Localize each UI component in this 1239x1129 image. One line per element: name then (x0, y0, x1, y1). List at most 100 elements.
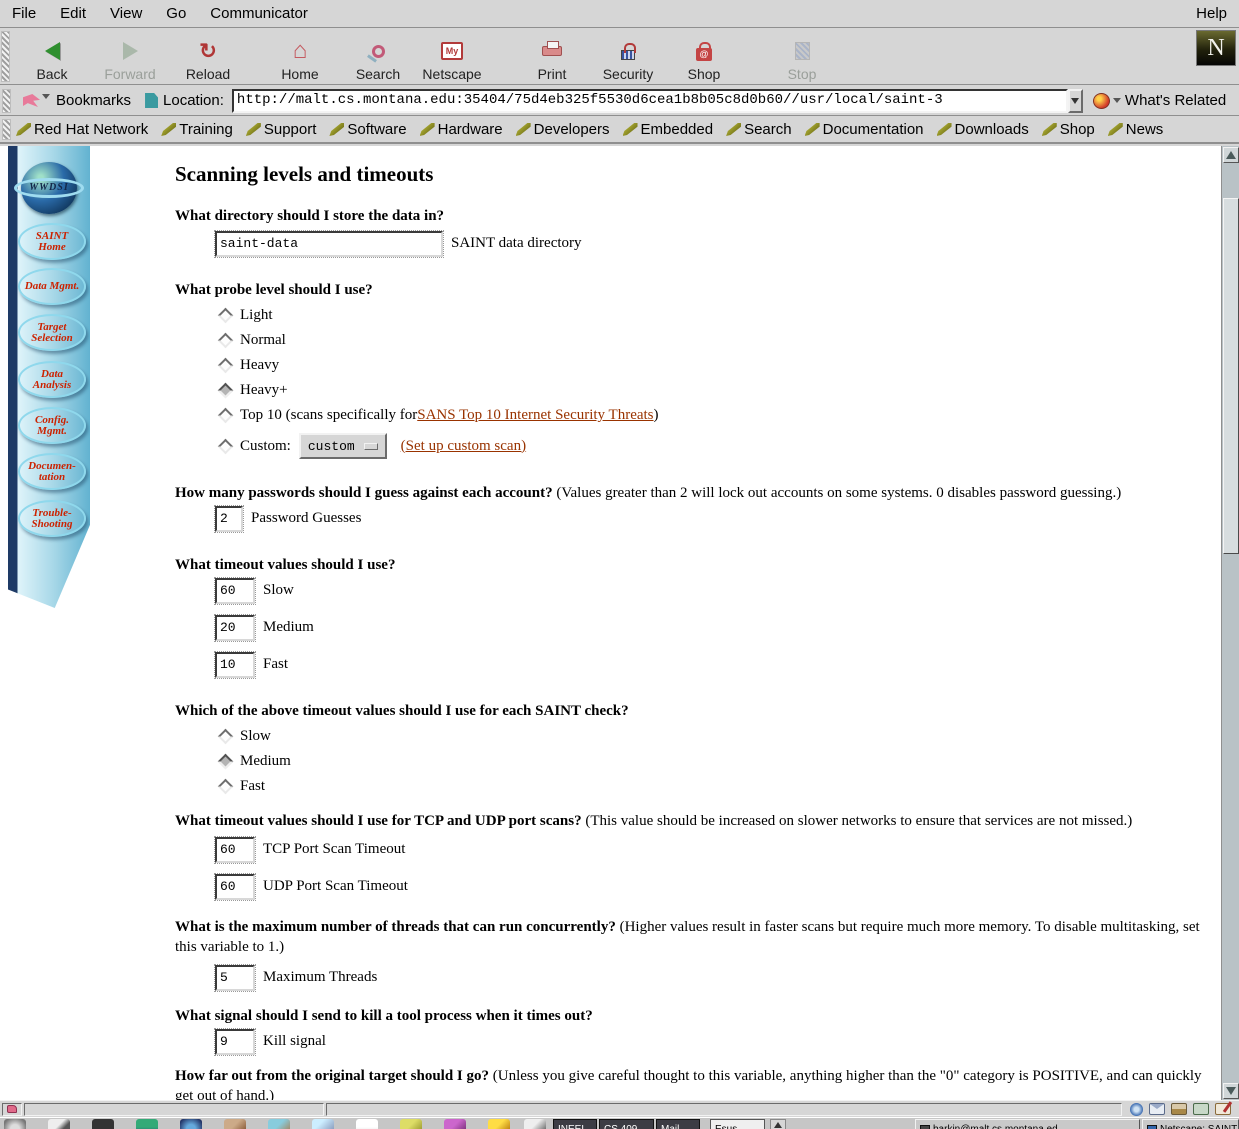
timeout-medium-input[interactable] (215, 615, 255, 641)
pager-up-button[interactable] (770, 1119, 786, 1129)
netscape-logo[interactable]: N (1196, 30, 1236, 66)
radio-check-medium[interactable]: Medium (175, 749, 1205, 774)
radio-top10[interactable]: Top 10 (scans specifically for SANS Top … (175, 403, 1205, 428)
radio-check-fast[interactable]: Fast (175, 774, 1205, 799)
taskbar-app-icon[interactable] (312, 1119, 334, 1129)
taskbar-window-terminal[interactable]: barkin@malt.cs.montana.ed (915, 1119, 1140, 1129)
url-dropdown-button[interactable] (1068, 89, 1083, 113)
toolbar-grip[interactable] (1, 31, 10, 82)
personal-toolbar-grip[interactable] (2, 119, 11, 140)
personal-link-hardware[interactable]: Hardware (420, 121, 503, 138)
scroll-down-button[interactable] (1223, 1083, 1239, 1099)
location-page-icon[interactable] (145, 93, 158, 108)
personal-link-developers[interactable]: Developers (516, 121, 610, 138)
taskbar-app-icon[interactable] (524, 1119, 546, 1129)
scroll-up-button[interactable] (1223, 147, 1239, 163)
composer-icon[interactable] (1215, 1103, 1231, 1115)
setup-custom-scan-link[interactable]: (Set up custom scan) (401, 438, 526, 455)
security-status-icon[interactable] (2, 1103, 22, 1116)
bookmarks-label[interactable]: Bookmarks (56, 92, 131, 109)
taskbar-app-icon[interactable] (92, 1119, 114, 1129)
radio-diamond-selected-icon[interactable] (218, 383, 234, 399)
whats-related-button[interactable]: What's Related (1093, 92, 1226, 109)
taskbar-app-icon[interactable] (48, 1119, 70, 1129)
radio-diamond-icon[interactable] (218, 408, 234, 424)
taskbar-app-icon[interactable] (180, 1119, 202, 1129)
reload-button[interactable]: ↻ Reload (170, 32, 246, 82)
taskbar-app-icon[interactable] (356, 1119, 378, 1129)
mailbox-icon[interactable] (1149, 1103, 1165, 1115)
password-guesses-input[interactable] (215, 506, 243, 532)
sidebar-item-data-mgmt[interactable]: Data Mgmt. (18, 268, 86, 305)
location-bar-grip[interactable] (2, 89, 11, 113)
security-button[interactable]: Security (590, 32, 666, 82)
sidebar-item-config-mgmt[interactable]: Config. Mgmt. (18, 407, 86, 444)
taskbar-app-icon[interactable] (400, 1119, 422, 1129)
taskbar-window-esus[interactable]: Esus (710, 1119, 765, 1129)
sidebar-item-data-analysis[interactable]: Data Analysis (18, 361, 86, 398)
radio-custom[interactable]: Custom: custom (Set up custom scan) (175, 430, 1205, 462)
taskbar-app-icon[interactable] (136, 1119, 158, 1129)
sidebar-item-documentation[interactable]: Documen- tation (18, 453, 86, 490)
home-button[interactable]: ⌂ Home (262, 32, 338, 82)
sidebar-item-saint-home[interactable]: SAINT Home (18, 223, 86, 260)
menu-communicator[interactable]: Communicator (198, 1, 320, 26)
personal-link-downloads[interactable]: Downloads (937, 121, 1029, 138)
url-input[interactable]: http://malt.cs.montana.edu:35404/75d4eb3… (232, 89, 1068, 113)
sans-top10-link[interactable]: SANS Top 10 Internet Security Threats (417, 407, 653, 424)
address-book-icon[interactable] (1193, 1103, 1209, 1115)
radio-heavy[interactable]: Heavy (175, 353, 1205, 378)
taskbar-app-icon[interactable] (444, 1119, 466, 1129)
personal-link-training[interactable]: Training (161, 121, 233, 138)
tcp-timeout-input[interactable] (215, 837, 255, 863)
sidebar-item-target-selection[interactable]: Target Selection (18, 314, 86, 351)
personal-link-documentation[interactable]: Documentation (805, 121, 924, 138)
radio-diamond-selected-icon[interactable] (218, 754, 234, 770)
shop-button[interactable]: @ Shop (666, 32, 742, 82)
radio-diamond-icon[interactable] (218, 358, 234, 374)
radio-normal[interactable]: Normal (175, 328, 1205, 353)
personal-link-news[interactable]: News (1108, 121, 1164, 138)
udp-timeout-input[interactable] (215, 874, 255, 900)
newsgroups-icon[interactable] (1171, 1103, 1187, 1115)
radio-check-slow[interactable]: Slow (175, 724, 1205, 749)
taskbar-app-icon[interactable] (4, 1119, 26, 1129)
kill-signal-input[interactable] (215, 1029, 255, 1055)
max-threads-input[interactable] (215, 965, 255, 991)
menu-help[interactable]: Help (1184, 1, 1239, 26)
sidebar-item-troubleshooting[interactable]: Trouble- Shooting (18, 500, 86, 537)
menu-file[interactable]: File (0, 1, 48, 26)
netscape-button[interactable]: My Netscape (414, 32, 490, 82)
menu-go[interactable]: Go (154, 1, 198, 26)
taskbar-app-icon[interactable] (224, 1119, 246, 1129)
radio-diamond-icon[interactable] (218, 779, 234, 795)
personal-link-support[interactable]: Support (246, 121, 317, 138)
vertical-scrollbar[interactable] (1221, 146, 1239, 1100)
navigator-icon[interactable] (1130, 1103, 1143, 1116)
bookmarks-icon[interactable] (23, 94, 40, 107)
radio-diamond-icon[interactable] (218, 729, 234, 745)
radio-diamond-icon[interactable] (218, 438, 234, 454)
taskbar-app-icon[interactable] (488, 1119, 510, 1129)
timeout-fast-input[interactable] (215, 652, 255, 678)
taskbar-window-netscape[interactable]: Netscape: SAINT Configurati (1142, 1119, 1239, 1129)
personal-link-shop[interactable]: Shop (1042, 121, 1095, 138)
personal-link-redhat[interactable]: Red Hat Network (16, 121, 148, 138)
print-button[interactable]: Print (514, 32, 590, 82)
radio-diamond-icon[interactable] (218, 333, 234, 349)
taskbar-window-ineel[interactable]: INEEL (553, 1119, 597, 1129)
radio-heavy-plus[interactable]: Heavy+ (175, 378, 1205, 403)
timeout-slow-input[interactable] (215, 578, 255, 604)
search-button[interactable]: Search (340, 32, 416, 82)
custom-scan-dropdown[interactable]: custom (299, 433, 387, 459)
scrollbar-thumb[interactable] (1223, 198, 1239, 554)
back-button[interactable]: Back (14, 32, 90, 82)
taskbar-app-icon[interactable] (268, 1119, 290, 1129)
personal-link-embedded[interactable]: Embedded (623, 121, 714, 138)
menu-view[interactable]: View (98, 1, 154, 26)
personal-link-search[interactable]: Search (726, 121, 792, 138)
menu-edit[interactable]: Edit (48, 1, 98, 26)
taskbar-window-cs409[interactable]: CS 409 (599, 1119, 654, 1129)
personal-link-software[interactable]: Software (329, 121, 406, 138)
radio-light[interactable]: Light (175, 303, 1205, 328)
